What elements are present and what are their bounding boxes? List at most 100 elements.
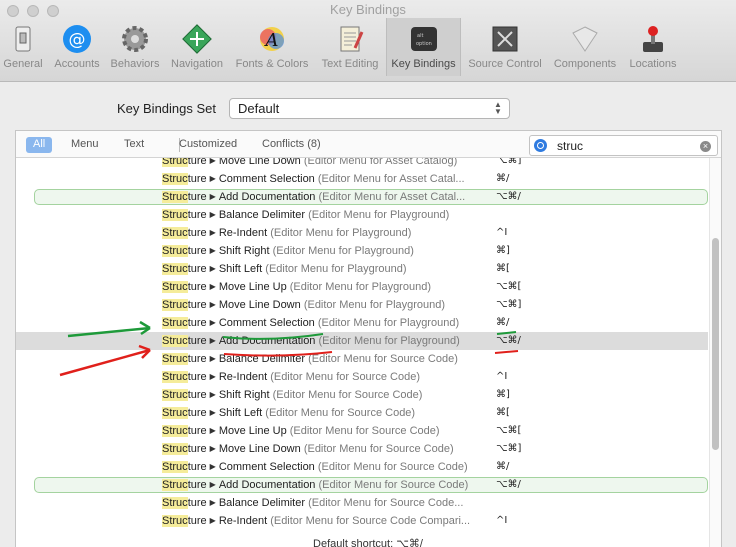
search-input[interactable]	[557, 138, 697, 153]
command-action: Re-Indent	[218, 371, 268, 383]
tab-conflicts[interactable]: Conflicts (8)	[262, 137, 321, 153]
command-group-rest: ture	[187, 191, 207, 203]
shortcut-key[interactable]: ⌥⌘]	[496, 158, 521, 166]
key-binding-row[interactable]: Structure ▶ Re-Indent (Editor Menu for Sou…	[16, 368, 708, 386]
toolbar-label: Behaviors	[110, 58, 160, 70]
command-group-rest: ture	[187, 281, 207, 293]
submenu-triangle-icon: ▶	[209, 426, 216, 435]
key-binding-row[interactable]: Structure ▶ Comment Selection (Editor Menu…	[16, 314, 708, 332]
vertical-scrollbar[interactable]	[709, 158, 721, 547]
toolbar-locations[interactable]: Locations	[624, 20, 682, 74]
tab-customized[interactable]: Customized	[179, 137, 237, 153]
search-match: Struc	[162, 263, 188, 275]
shortcut-key[interactable]: ⌘/	[496, 317, 509, 328]
key-binding-row[interactable]: Structure ▶ Add Documentation (Editor Menu…	[16, 476, 708, 494]
key-binding-row[interactable]: Structure ▶ Comment Selection (Editor Menu…	[16, 458, 708, 476]
search-match: Struc	[162, 281, 188, 293]
command-name: Structure ▶ Shift Left (Editor Menu for Pl…	[162, 263, 407, 275]
toolbar-source-control[interactable]: Source Control	[463, 20, 547, 74]
shortcut-key[interactable]: ^I	[496, 227, 507, 238]
command-action: Shift Left	[218, 407, 263, 419]
key-binding-row[interactable]: Structure ▶ Move Line Up (Editor Menu for …	[16, 278, 708, 296]
shortcut-key[interactable]: ⌘]	[496, 245, 510, 256]
command-action: Shift Left	[218, 263, 263, 275]
command-action: Comment Selection	[218, 173, 315, 185]
key-binding-row[interactable]: Structure ▶ Shift Right (Editor Menu for P…	[16, 242, 708, 260]
key-binding-row[interactable]: Structure ▶ Add Documentation (Editor Menu…	[16, 332, 708, 350]
shortcut-key[interactable]: ⌥⌘]	[496, 443, 521, 454]
submenu-triangle-icon: ▶	[209, 282, 216, 291]
command-name: Structure ▶ Add Documentation (Editor Menu…	[162, 335, 460, 347]
scrollbar-thumb[interactable]	[712, 238, 719, 450]
command-action: Add Documentation	[218, 479, 316, 491]
shortcut-key[interactable]: ⌘/	[496, 173, 509, 184]
key-binding-row[interactable]: Structure ▶ Shift Right (Editor Menu for S…	[16, 386, 708, 404]
shortcut-key[interactable]: ⌥⌘[	[496, 425, 521, 436]
command-context: (Editor Menu for Asset Catal...	[317, 173, 465, 185]
chevron-up-down-icon: ▲ ▼	[494, 100, 502, 116]
shortcut-key[interactable]: ⌥⌘/	[496, 479, 521, 490]
shortcut-key[interactable]: ⌥⌘/	[496, 335, 521, 346]
command-name: Structure ▶ Comment Selection (Editor Menu…	[162, 317, 459, 329]
shortcut-key[interactable]: ⌘[	[496, 407, 510, 418]
key-binding-row[interactable]: Structure ▶ Re-Indent (Editor Menu for Sou…	[16, 512, 708, 530]
key-binding-row[interactable]: Structure ▶ Shift Left (Editor Menu for Pl…	[16, 260, 708, 278]
shortcut-key[interactable]: ⌥⌘[	[496, 281, 521, 292]
toolbar-general[interactable]: General	[0, 20, 46, 74]
key-binding-row[interactable]: Structure ▶ Move Line Up (Editor Menu for …	[16, 422, 708, 440]
submenu-triangle-icon: ▶	[209, 246, 216, 255]
tab-menu[interactable]: Menu	[71, 137, 99, 153]
search-match: Struc	[162, 209, 188, 221]
key-binding-row[interactable]: Structure ▶ Add Documentation (Editor Menu…	[16, 188, 708, 206]
key-binding-row[interactable]: Structure ▶ Move Line Down (Editor Menu fo…	[16, 296, 708, 314]
command-context: (Editor Menu for Source Code)	[265, 407, 416, 419]
command-group-rest: ture	[187, 209, 207, 221]
shortcut-key[interactable]: ⌘]	[496, 389, 510, 400]
key-binding-row[interactable]: Structure ▶ Move Line Down (Editor Menu fo…	[16, 440, 708, 458]
command-name: Structure ▶ Move Line Up (Editor Menu for …	[162, 425, 440, 437]
command-context: (Editor Menu for Asset Catal...	[318, 191, 466, 203]
command-action: Re-Indent	[218, 515, 268, 527]
toolbar-accounts[interactable]: @ Accounts	[49, 20, 105, 74]
key-binding-row[interactable]: Structure ▶ Balance Delimiter (Editor Menu…	[16, 350, 708, 368]
toolbar-key-bindings[interactable]: alt option Key Bindings	[386, 18, 461, 76]
window-toolbar: Key Bindings General @ Accounts Behavior…	[0, 0, 736, 82]
search-match: Struc	[162, 407, 188, 419]
tab-all[interactable]: All	[26, 137, 53, 153]
command-group-rest: ture	[187, 407, 207, 419]
search-match: Struc	[162, 245, 188, 257]
toolbar-label: Text Editing	[321, 58, 379, 70]
window-title: Key Bindings	[330, 2, 406, 17]
tab-text[interactable]: Text	[124, 137, 144, 153]
shortcut-key[interactable]: ⌘/	[496, 461, 509, 472]
command-action: Re-Indent	[218, 227, 268, 239]
shortcut-key[interactable]: ^I	[496, 371, 507, 382]
shortcut-key[interactable]: ⌥⌘]	[496, 299, 521, 310]
command-action: Balance Delimiter	[218, 209, 306, 221]
key-binding-row[interactable]: Structure ▶ Re-Indent (Editor Menu for Pla…	[16, 224, 708, 242]
shortcut-key[interactable]: ⌥⌘/	[496, 191, 521, 202]
key-binding-row[interactable]: Structure ▶ Move Line Down (Editor Menu fo…	[16, 158, 708, 170]
search-field[interactable]: ×	[529, 135, 718, 156]
submenu-triangle-icon: ▶	[209, 462, 216, 471]
key-binding-row[interactable]: Structure ▶ Shift Left (Editor Menu for So…	[16, 404, 708, 422]
toolbar-navigation[interactable]: Navigation	[166, 20, 228, 74]
toolbar-text-editing[interactable]: Text Editing	[316, 20, 384, 74]
clear-search-icon[interactable]: ×	[700, 141, 711, 152]
svg-text:alt: alt	[417, 33, 423, 39]
command-context: (Editor Menu for Playground)	[265, 263, 407, 275]
toolbar-components[interactable]: Components	[549, 20, 621, 74]
search-match: Struc	[162, 335, 188, 347]
command-action: Shift Right	[218, 389, 270, 401]
shortcut-key[interactable]: ⌘[	[496, 263, 510, 274]
key-binding-row[interactable]: Structure ▶ Comment Selection (Editor Menu…	[16, 170, 708, 188]
shortcut-key[interactable]: ^I	[496, 515, 507, 526]
command-context: (Editor Menu for Playground)	[303, 299, 446, 311]
command-context: (Editor Menu for Source Code)	[270, 371, 420, 383]
key-binding-row[interactable]: Structure ▶ Balance Delimiter (Editor Menu…	[16, 206, 708, 224]
toolbar-fonts-colors[interactable]: A Fonts & Colors	[231, 20, 313, 74]
key-bindings-set-select[interactable]: Default ▲ ▼	[229, 98, 510, 119]
toolbar-behaviors[interactable]: Behaviors	[107, 20, 163, 74]
key-binding-row[interactable]: Structure ▶ Balance Delimiter (Editor Menu…	[16, 494, 708, 512]
command-action: Balance Delimiter	[218, 497, 306, 509]
